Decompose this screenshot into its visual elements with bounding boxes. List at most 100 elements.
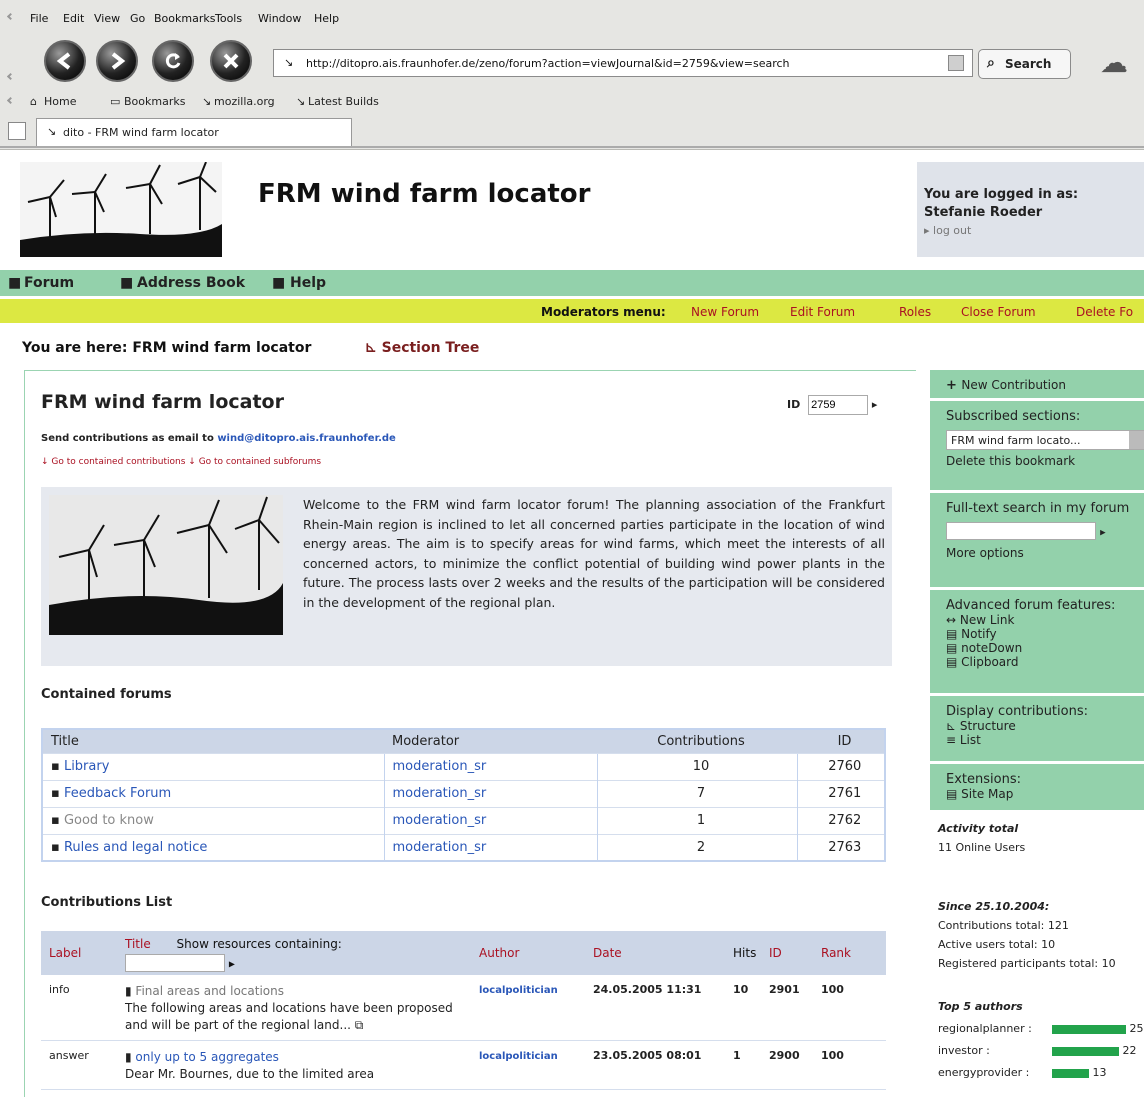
filter-input[interactable] bbox=[125, 953, 225, 972]
nav-forum[interactable]: Forum bbox=[24, 275, 74, 291]
contributions-count: 1 bbox=[596, 806, 797, 834]
email-link[interactable]: wind@ditopro.ais.fraunhofer.de bbox=[217, 433, 396, 444]
new-tab-icon[interactable] bbox=[8, 122, 26, 140]
address-dropdown-button[interactable] bbox=[948, 55, 964, 71]
mod-close-forum[interactable]: Close Forum bbox=[961, 305, 1036, 319]
list-item[interactable]: List bbox=[960, 733, 981, 747]
structure-item[interactable]: Structure bbox=[960, 719, 1016, 733]
delete-bookmark-link[interactable]: Delete this bookmark bbox=[946, 454, 1144, 468]
personal-toolbar: ⌂ Home ▭ Bookmarks ↘ mozilla.org ↘ Lates… bbox=[0, 92, 1144, 112]
expand-icon[interactable]: ⧉ bbox=[355, 1018, 364, 1032]
plus-icon: + bbox=[946, 378, 962, 393]
square-icon: ■ bbox=[8, 275, 22, 291]
author-bar bbox=[1052, 1046, 1119, 1056]
id-input[interactable] bbox=[808, 395, 869, 415]
logout-link[interactable]: log out bbox=[933, 224, 971, 237]
forum-link[interactable]: Good to know bbox=[64, 813, 154, 828]
advanced-box: Advanced forum features: ↔ New Link ▤ No… bbox=[930, 590, 1144, 693]
nav-help[interactable]: Help bbox=[290, 275, 326, 291]
id-label: ID bbox=[787, 398, 801, 411]
go-arrow-icon[interactable]: ▸ bbox=[872, 398, 878, 411]
contribution-hits: 10 bbox=[725, 975, 761, 1041]
reload-icon bbox=[165, 53, 181, 69]
table-row: ▪ Good to know moderation_sr 1 2762 bbox=[41, 806, 885, 834]
menu-file[interactable]: File bbox=[30, 12, 48, 25]
fulltext-input[interactable] bbox=[946, 522, 1096, 540]
menu-window[interactable]: Window bbox=[258, 12, 301, 25]
new-contribution-link[interactable]: New Contribution bbox=[961, 378, 1066, 392]
forward-arrow-icon bbox=[111, 52, 126, 70]
forum-link[interactable]: Feedback Forum bbox=[64, 786, 171, 801]
contained-forums-heading: Contained forums bbox=[41, 687, 172, 702]
col-id: ID bbox=[761, 931, 813, 975]
site-map-item[interactable]: Site Map bbox=[961, 787, 1013, 801]
new-link-item[interactable]: New Link bbox=[960, 613, 1015, 627]
chevron-down-icon bbox=[1129, 431, 1144, 449]
nav-address-book[interactable]: Address Book bbox=[137, 275, 245, 291]
moderator-link[interactable]: moderation_sr bbox=[393, 786, 487, 801]
subscribed-select[interactable]: FRM wind farm locato... bbox=[946, 430, 1144, 450]
welcome-box: Welcome to the FRM wind farm locator for… bbox=[41, 487, 892, 666]
document-icon: ▮ bbox=[125, 1050, 136, 1064]
personal-bookmarks[interactable]: Bookmarks bbox=[124, 95, 185, 108]
notedown-item[interactable]: noteDown bbox=[961, 641, 1022, 655]
forum-link[interactable]: Rules and legal notice bbox=[64, 840, 207, 855]
menu-bookmarks[interactable]: Bookmarks bbox=[154, 12, 215, 25]
table-row: ▪ Rules and legal notice moderation_sr 2… bbox=[41, 833, 885, 861]
table-row: answer ▮ only up to 5 aggregates Dear Mr… bbox=[41, 1040, 886, 1090]
id-jump: ID ▸ bbox=[787, 395, 877, 415]
menu-edit[interactable]: Edit bbox=[63, 12, 84, 25]
table-row: ▪ Library moderation_sr 10 2760 bbox=[41, 752, 885, 780]
moderator-link[interactable]: moderation_sr bbox=[393, 759, 487, 774]
since-stats: Since 25.10.2004: Contributions total: 1… bbox=[938, 897, 1144, 973]
mod-roles[interactable]: Roles bbox=[899, 305, 931, 319]
reload-button[interactable] bbox=[152, 40, 194, 82]
toolbar-grip-icon bbox=[6, 72, 15, 81]
login-user: Stefanie Roeder bbox=[924, 205, 1043, 220]
mod-new-forum[interactable]: New Forum bbox=[691, 305, 759, 319]
mod-edit-forum[interactable]: Edit Forum bbox=[790, 305, 855, 319]
goto-contributions-link[interactable]: Go to contained contributions bbox=[51, 457, 185, 467]
back-button[interactable] bbox=[44, 40, 86, 82]
moderator-link[interactable]: moderation_sr bbox=[393, 840, 487, 855]
contrib-total: Contributions total: 121 bbox=[938, 919, 1069, 932]
go-arrow-icon[interactable]: ▸ bbox=[1100, 526, 1106, 539]
tab-active[interactable]: ↘ dito - FRM wind farm locator bbox=[36, 118, 352, 146]
contribution-rank: 100 bbox=[813, 975, 886, 1041]
more-options-link[interactable]: More options bbox=[946, 546, 1144, 560]
menu-tools[interactable]: Tools bbox=[215, 12, 242, 25]
menu-help[interactable]: Help bbox=[314, 12, 339, 25]
personal-latest-builds[interactable]: Latest Builds bbox=[308, 95, 379, 108]
email-prefix: Send contributions as email to bbox=[41, 433, 214, 444]
search-button[interactable]: ⌕ Search bbox=[978, 49, 1071, 79]
col-title: Title bbox=[125, 936, 151, 951]
stop-icon bbox=[223, 53, 239, 69]
menu-view[interactable]: View bbox=[94, 12, 120, 25]
goto-subforums-link[interactable]: Go to contained subforums bbox=[199, 457, 321, 467]
author-link[interactable]: localpolitician bbox=[479, 1051, 558, 1062]
show-resources-label: Show resources containing: bbox=[176, 936, 342, 951]
menu-go[interactable]: Go bbox=[130, 12, 145, 25]
mod-delete-forum[interactable]: Delete Fo bbox=[1076, 305, 1133, 319]
notify-item[interactable]: Notify bbox=[961, 627, 996, 641]
address-bar[interactable]: ↘ http://ditopro.ais.fraunhofer.de/zeno/… bbox=[273, 49, 973, 77]
activity-heading: Activity total bbox=[938, 822, 1019, 835]
stop-button[interactable] bbox=[210, 40, 252, 82]
wind-farm-logo bbox=[20, 162, 222, 257]
table-row: ▪ Feedback Forum moderation_sr 7 2761 bbox=[41, 779, 885, 807]
contribution-title-link[interactable]: Final areas and locations bbox=[135, 984, 284, 998]
email-line: Send contributions as email to wind@dito… bbox=[41, 433, 396, 444]
go-arrow-icon[interactable]: ▸ bbox=[229, 956, 235, 970]
contribution-title-link[interactable]: only up to 5 aggregates bbox=[135, 1050, 279, 1064]
since-heading: Since 25.10.2004: bbox=[938, 900, 1050, 913]
section-tree-link[interactable]: Section Tree bbox=[382, 340, 480, 356]
goto-links: ↓ Go to contained contributions ↓ Go to … bbox=[41, 457, 321, 467]
forward-button[interactable] bbox=[96, 40, 138, 82]
forum-link[interactable]: Library bbox=[64, 759, 109, 774]
author-link[interactable]: localpolitician bbox=[479, 985, 558, 996]
personal-mozilla[interactable]: mozilla.org bbox=[214, 95, 275, 108]
clipboard-item[interactable]: Clipboard bbox=[961, 655, 1018, 669]
contribution-snippet: The following areas and locations have b… bbox=[125, 1001, 453, 1032]
personal-home[interactable]: Home bbox=[44, 95, 76, 108]
moderator-link[interactable]: moderation_sr bbox=[393, 813, 487, 828]
